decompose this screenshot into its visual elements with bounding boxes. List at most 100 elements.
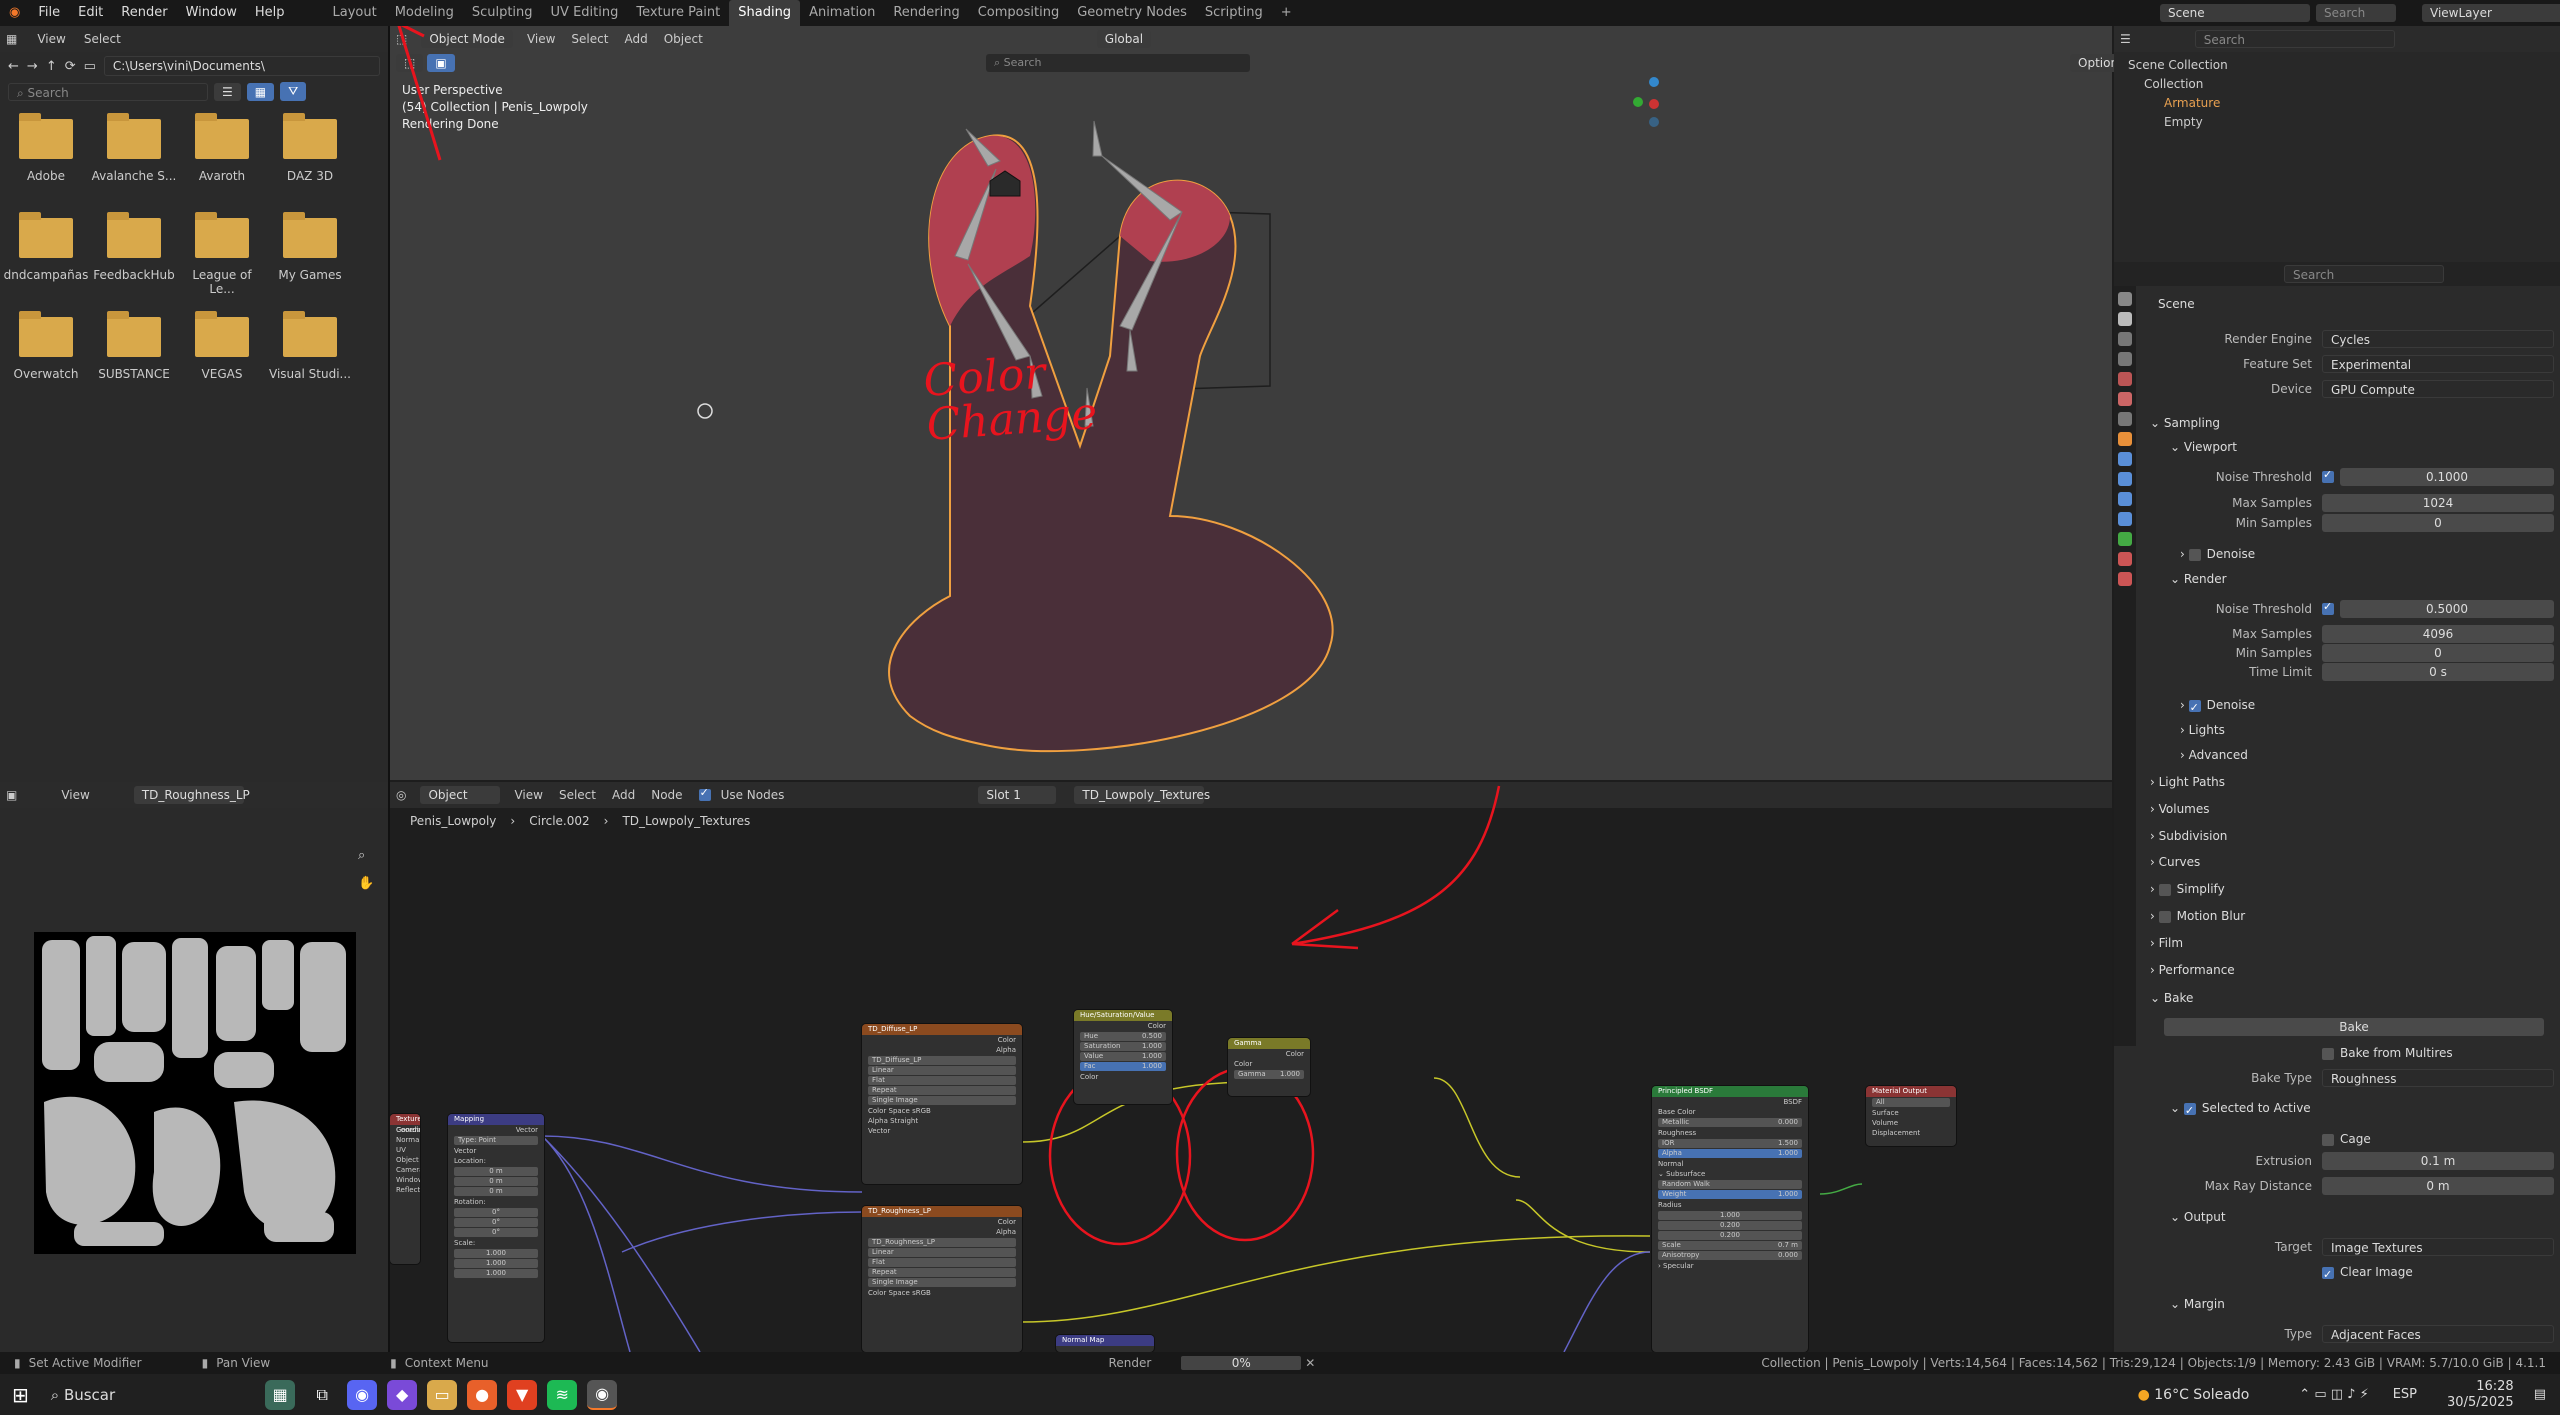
menu-render[interactable]: Render [112,0,176,26]
3d-viewport[interactable]: ⬚ Object Mode View Select Add Object Glo… [390,26,2133,780]
bsdf-radius-r[interactable]: 1.000 [1658,1211,1802,1220]
clear-image-checkbox[interactable] [2322,1264,2334,1286]
discord-icon[interactable]: ◉ [347,1379,378,1410]
firefox-icon[interactable]: ● [467,1379,498,1410]
fb-select-menu[interactable]: Select [84,32,121,46]
panel-lights[interactable]: › Lights [2180,719,2554,741]
parent-dir-icon[interactable]: ↑ [46,59,57,74]
motion-blur-checkbox[interactable] [2158,910,2171,923]
outliner-armature[interactable]: Armature [2128,94,2546,113]
view-layer-tab-icon[interactable] [2118,352,2132,366]
windows-start-icon[interactable]: ⊞ [12,1383,29,1407]
outliner-editor-icon[interactable]: ☰ [2120,32,2131,46]
panel-margin[interactable]: ⌄ Margin [2170,1293,2554,1315]
diffuse-image-selector[interactable]: TD_Diffuse_LP [868,1056,1016,1065]
mapping-rot-z[interactable]: 0° [454,1228,538,1237]
simplify-checkbox[interactable] [2158,883,2171,896]
zoom-icon[interactable]: ⌕ [358,848,365,863]
fb-view-menu[interactable]: View [37,32,65,46]
diffuse-texture-node[interactable]: TD_Diffuse_LP Color Alpha TD_Diffuse_LP … [862,1024,1022,1184]
tool-tab-icon[interactable] [2118,292,2132,306]
hsv-fac-field[interactable]: Fac 1.000 [1080,1062,1166,1071]
vp-noise-checkbox[interactable] [2322,468,2334,483]
mapping-type[interactable]: Type: Point [454,1136,538,1145]
editor-type-icon[interactable]: ▦ [6,32,17,46]
diffuse-colorspace[interactable]: Color Space sRGB [862,1106,1022,1116]
gamma-node[interactable]: Gamma Color Color Gamma 1.000 [1228,1038,1310,1096]
normal-map-node[interactable]: Normal Map [1056,1335,1154,1352]
mapping-scl-z[interactable]: 1.000 [454,1269,538,1278]
mapping-loc-z[interactable]: 0 m [454,1187,538,1196]
panel-simplify[interactable]: › Simplify [2150,878,2554,900]
widgets-icon[interactable]: ▦ [265,1379,296,1410]
diffuse-interp[interactable]: Linear [868,1066,1016,1075]
hsv-val-field[interactable]: Value 1.000 [1080,1052,1166,1061]
outliner-collection[interactable]: Collection [2128,75,2546,94]
panel-bake[interactable]: ⌄ Bake [2150,987,2554,1009]
physics-tab-icon[interactable] [2118,492,2132,506]
bsdf-weight-field[interactable]: Weight 1.000 [1658,1190,1802,1199]
panel-light-paths[interactable]: › Light Paths [2150,771,2554,793]
fb-search-input[interactable]: ⌕ Search [8,82,208,101]
data-tab-icon[interactable] [2118,532,2132,546]
tab-modeling[interactable]: Modeling [386,0,463,26]
taskbar-search[interactable]: ⌕ Buscar [51,1386,115,1404]
language-indicator[interactable]: ESP [2393,1387,2417,1402]
hsv-hue-field[interactable]: Hue 0.500 [1080,1032,1166,1041]
r-denoise-checkbox[interactable] [2188,697,2201,719]
panel-render[interactable]: ⌄ Render [2170,568,2554,590]
copilot-icon[interactable]: ◆ [387,1379,418,1410]
tab-uv-editing[interactable]: UV Editing [542,0,628,26]
folder-item[interactable]: Avaroth [178,113,266,183]
device-dropdown[interactable]: GPU Compute [2322,380,2554,398]
row-bake-multires[interactable]: Bake from Multires [2322,1042,2554,1064]
feature-set-dropdown[interactable]: Experimental [2322,355,2554,373]
row-clear-image[interactable]: Clear Image [2322,1261,2554,1286]
panel-subdivision[interactable]: › Subdivision [2150,825,2554,847]
roughness-texture-node[interactable]: TD_Roughness_LP Color Alpha TD_Roughness… [862,1206,1022,1352]
tab-layout[interactable]: Layout [323,0,385,26]
mapping-scl-x[interactable]: 1.000 [454,1249,538,1258]
scene-selector[interactable]: Scene [2160,4,2310,22]
panel-output[interactable]: ⌄ Output [2170,1206,2554,1228]
folder-item[interactable]: VEGAS [178,311,266,381]
folder-item[interactable]: Overwatch [2,311,90,381]
bake-type-dropdown[interactable]: Roughness [2322,1069,2554,1087]
clock[interactable]: 16:28 30/5/2025 [2447,1379,2514,1411]
tab-rendering[interactable]: Rendering [884,0,968,26]
mapping-node[interactable]: Mapping Vector Type: Point Vector Locati… [448,1114,544,1342]
hsv-sat-field[interactable]: Saturation 1.000 [1080,1042,1166,1051]
principled-bsdf-node[interactable]: Principled BSDF BSDF Base Color Metallic… [1652,1086,1808,1352]
bsdf-sss-method[interactable]: Random Walk [1658,1180,1802,1189]
cancel-render-icon[interactable]: ✕ [1305,1356,1315,1370]
path-field[interactable]: C:\Users\vini\Documents\ [103,56,380,76]
filter-icon[interactable]: ⛛ [280,82,307,101]
bsdf-specular[interactable]: › Specular [1652,1261,1808,1271]
task-view-icon[interactable]: ⧉ [307,1380,337,1410]
add-workspace-button[interactable]: + [1272,0,1301,26]
notifications-icon[interactable]: ▤ [2534,1387,2546,1402]
output-tab-icon[interactable] [2118,332,2132,346]
panel-r-denoise[interactable]: › Denoise [2180,694,2554,719]
vp-min-field[interactable]: 0 [2322,514,2554,532]
brave-icon[interactable]: ▼ [507,1379,538,1410]
collection-tab-icon[interactable] [2118,412,2132,426]
bsdf-scale-field[interactable]: Scale 0.7 m [1658,1241,1802,1250]
menu-edit[interactable]: Edit [69,0,112,26]
material-output-node[interactable]: Material Output All Surface Volume Displ… [1866,1086,1956,1146]
spotify-icon[interactable]: ≋ [547,1379,578,1410]
roughness-extension[interactable]: Repeat [868,1268,1016,1277]
material-tab-icon[interactable] [2118,552,2132,566]
folder-item[interactable]: League of Le... [178,212,266,296]
panel-motion-blur[interactable]: › Motion Blur [2150,905,2554,927]
tab-sculpting[interactable]: Sculpting [463,0,542,26]
view-layer-selector[interactable]: ViewLayer [2422,4,2560,22]
panel-vp-denoise[interactable]: › Denoise [2180,543,2554,565]
output-target[interactable]: All [1872,1098,1950,1107]
mapping-loc-x[interactable]: 0 m [454,1167,538,1176]
modifier-tab-icon[interactable] [2118,452,2132,466]
tab-animation[interactable]: Animation [800,0,884,26]
diffuse-source[interactable]: Single Image [868,1096,1016,1105]
refresh-icon[interactable]: ⟳ [65,59,76,74]
roughness-image-selector[interactable]: TD_Roughness_LP [868,1238,1016,1247]
